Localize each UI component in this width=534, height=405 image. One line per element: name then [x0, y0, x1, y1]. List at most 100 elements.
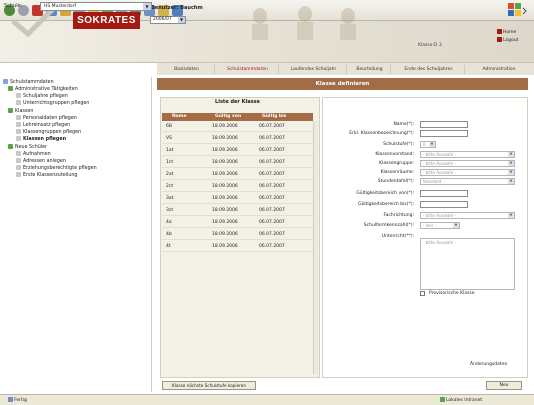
name-input[interactable] — [420, 121, 468, 128]
level-value: 0 — [423, 142, 426, 147]
table-row[interactable]: 3at 18.09.2006 06.07.2007 — [162, 193, 313, 204]
zone-label: Lokales Intranet — [446, 398, 483, 403]
level-select[interactable]: 0 ▼ — [420, 141, 436, 148]
tab-laufendes-schuljahr[interactable]: Laufendes Schuljahr — [281, 65, 347, 74]
cell-valid-from: 18.09.2006 — [212, 124, 238, 129]
tree-item-label: Erziehungsberechtigte pflegen — [23, 166, 97, 171]
tab-administration[interactable]: Administration — [467, 65, 531, 74]
changes-link[interactable]: Änderungsdaten — [470, 362, 507, 367]
page-icon — [16, 151, 21, 156]
cell-valid-from: 18.09.2006 — [212, 244, 238, 249]
chevron-down-icon: ▼ — [508, 161, 514, 166]
cell-valid-from: 18.09.2006 — [212, 232, 238, 237]
cell-name: 4t — [166, 244, 171, 249]
tree-item-klassen[interactable]: Klassen — [8, 108, 33, 115]
table-row[interactable]: 4t 18.09.2006 06.07.2007 — [162, 241, 313, 252]
tree-item-schuljahre[interactable]: Schuljahre pflegen — [16, 93, 68, 100]
tab-beurteilung[interactable]: Beurteilung — [349, 65, 391, 74]
logout-link[interactable]: Logout — [497, 37, 518, 43]
class-list-scrollbar[interactable] — [313, 121, 318, 374]
tree-item-schulstammdaten[interactable]: Schulstammdaten — [3, 79, 54, 86]
table-row[interactable]: 4b 18.09.2006 06.07.2007 — [162, 229, 313, 240]
folder-icon — [8, 86, 13, 91]
long-name-input[interactable] — [420, 130, 468, 137]
cell-name: 3ct — [166, 208, 174, 213]
cell-valid-to: 06.07.2007 — [259, 208, 285, 213]
tree-item-adressen[interactable]: Adressen anlegen — [16, 158, 66, 165]
copy-class-button[interactable]: Klasse nächste Schulstufe kopieren — [162, 381, 256, 390]
tree-item-personaldaten[interactable]: Personaldaten pflegen — [16, 115, 77, 122]
teacher-value: - bitte Auswahl - — [423, 152, 456, 157]
cell-name: 2ct — [166, 184, 174, 189]
tree-item-klassen-pflegen[interactable]: Klassen pflegen — [16, 136, 66, 143]
new-button[interactable]: Neu — [486, 381, 522, 390]
column-header-valid-to[interactable]: Gültig bis — [262, 114, 286, 119]
unterricht-listbox[interactable]: - bitte Auswahl - — [420, 238, 515, 290]
tree-item-klassenzuteilung[interactable]: Erste Klassenzuteilung — [16, 172, 77, 179]
column-header-name[interactable]: Name — [172, 114, 187, 119]
table-row[interactable]: 2ct 18.09.2006 06.07.2007 — [162, 181, 313, 192]
school-form-select[interactable]: - leer - ▼ — [420, 222, 460, 229]
tab-ende-des-schuljahres[interactable]: Ende des Schuljahres — [393, 65, 465, 74]
timetable-select[interactable]: Standard ▼ — [420, 178, 515, 185]
school-year-select[interactable]: 2006/07 ▼ — [150, 16, 186, 24]
folder-open-icon — [3, 79, 8, 84]
tab-schulstammdaten[interactable]: Schulstammdaten — [217, 65, 279, 74]
tree-item-lehreinsatz[interactable]: Lehreinsatz pflegen — [16, 122, 70, 129]
table-row[interactable]: 1ct 18.09.2006 06.07.2007 — [162, 157, 313, 168]
cell-valid-from: 18.09.2006 — [212, 172, 238, 177]
level-label: Schulstufe(*): — [383, 142, 414, 147]
main-tabs: Basisdaten Schulstammdaten Laufendes Sch… — [157, 63, 534, 75]
valid-to-input[interactable] — [420, 201, 468, 208]
table-row[interactable]: 4a 18.09.2006 06.07.2007 — [162, 217, 313, 228]
teacher-select[interactable]: - bitte Auswahl - ▼ — [420, 151, 515, 158]
cell-valid-to: 06.07.2007 — [259, 148, 285, 153]
table-row[interactable]: 1at 18.09.2006 06.07.2007 — [162, 145, 313, 156]
tree-item-label: Unterrichtsgruppen pflegen — [23, 101, 90, 106]
tab-basisdaten[interactable]: Basisdaten — [159, 65, 215, 74]
cell-valid-to: 06.07.2007 — [259, 184, 285, 189]
cell-valid-to: 06.07.2007 — [259, 136, 285, 141]
tree-item-aufnahmen[interactable]: Aufnahmen — [16, 151, 51, 158]
page-icon — [16, 172, 21, 177]
page-title: Klasse definieren — [157, 78, 528, 90]
chevron-down-icon: ▼ — [429, 142, 435, 147]
home-link[interactable]: Home — [497, 29, 516, 35]
cell-name: 4a — [166, 220, 172, 225]
cell-name: 6B — [166, 124, 172, 129]
status-text: Fertig — [8, 397, 27, 403]
school-select[interactable]: HS Musterdorf ▼ — [40, 2, 152, 11]
page-icon — [16, 100, 21, 105]
table-row[interactable]: VS 18.09.2006 06.07.2007 — [162, 133, 313, 144]
unterricht-value: - bitte Auswahl - — [423, 240, 456, 245]
valid-from-input[interactable] — [420, 190, 468, 197]
page-icon — [16, 129, 21, 134]
cell-name: VS — [166, 136, 172, 141]
tree-item-administrative[interactable]: Administrative Tätigkeiten — [8, 86, 78, 93]
tree-item-neue-schueler[interactable]: Neue Schüler — [8, 144, 47, 151]
table-row[interactable]: 3ct 18.09.2006 06.07.2007 — [162, 205, 313, 216]
chevron-down-icon: ▼ — [453, 223, 459, 228]
tree-item-label: Aufnahmen — [23, 152, 51, 157]
table-row[interactable]: 6B 18.09.2006 06.07.2007 — [162, 121, 313, 132]
room-select[interactable]: - bitte Auswahl - ▼ — [420, 169, 515, 176]
subject-select[interactable]: - bitte Auswahl - ▼ — [420, 212, 515, 219]
group-select[interactable]: - bitte Auswahl - ▼ — [420, 160, 515, 167]
tree-item-erziehungsberechtigte[interactable]: Erziehungsberechtigte pflegen — [16, 165, 97, 172]
provisional-checkbox[interactable] — [420, 291, 425, 296]
column-header-valid-from[interactable]: Gültig von — [215, 114, 241, 119]
user-label: Benutzer: Bauchm — [151, 5, 203, 11]
logout-icon — [497, 37, 502, 42]
table-row[interactable]: 2at 18.09.2006 06.07.2007 — [162, 169, 313, 180]
tree-item-label: Klassen — [15, 109, 34, 114]
cell-valid-from: 18.09.2006 — [212, 148, 238, 153]
tree-item-label: Lehreinsatz pflegen — [23, 123, 71, 128]
tree-item-klassengruppen[interactable]: Klassengruppen pflegen — [16, 129, 81, 136]
folder-icon — [8, 108, 13, 113]
logout-label: Logout — [503, 38, 519, 43]
subject-value: - bitte Auswahl - — [423, 213, 456, 218]
tree-item-unterrichtsgruppen[interactable]: Unterrichtsgruppen pflegen — [16, 100, 89, 107]
cell-name: 4b — [166, 232, 172, 237]
cell-valid-to: 06.07.2007 — [259, 232, 285, 237]
chevron-down-icon: ▼ — [143, 3, 151, 10]
